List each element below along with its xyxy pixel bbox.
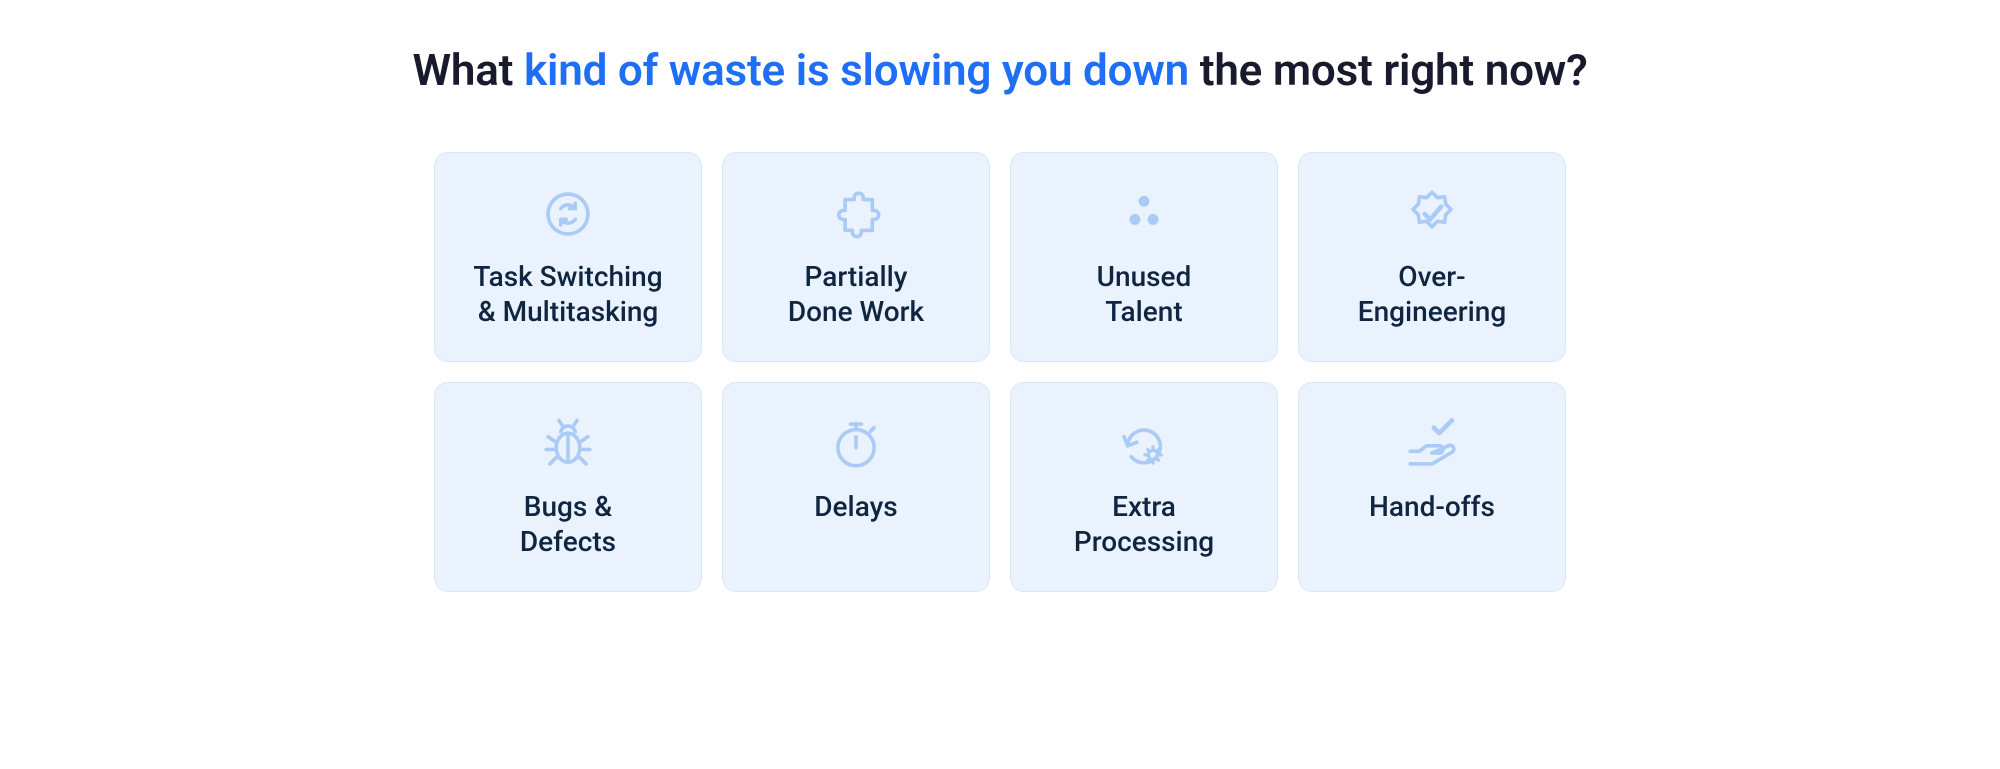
card-unused-talent[interactable]: Unused Talent [1010,152,1278,362]
card-bugs-defects[interactable]: Bugs & Defects [434,382,702,592]
card-task-switching[interactable]: Task Switching & Multitasking [434,152,702,362]
heading-prefix: What [412,44,524,96]
heading-suffix: the most right now? [1189,44,1588,96]
card-label: Hand-offs [1369,489,1495,524]
stopwatch-icon [827,409,885,479]
card-over-engineering[interactable]: Over- Engineering [1298,152,1566,362]
card-extra-processing[interactable]: Extra Processing [1010,382,1278,592]
card-label: Bugs & Defects [520,489,616,559]
card-label: Extra Processing [1074,489,1214,559]
badge-check-icon [1403,179,1461,249]
card-label: Over- Engineering [1358,259,1507,329]
card-hand-offs[interactable]: Hand-offs [1298,382,1566,592]
card-label: Task Switching & Multitasking [473,259,662,329]
dots-icon [1115,179,1173,249]
card-partially-done-work[interactable]: Partially Done Work [722,152,990,362]
puzzle-icon [827,179,885,249]
card-label: Unused Talent [1097,259,1192,329]
card-label: Partially Done Work [788,259,924,329]
card-delays[interactable]: Delays [722,382,990,592]
waste-card-grid: Task Switching & Multitasking Partially … [434,152,1566,592]
card-label: Delays [814,489,897,524]
refresh-circle-icon [539,179,597,249]
heading-highlight: kind of waste is slowing you down [524,44,1189,96]
bug-icon [539,409,597,479]
question-heading: What kind of waste is slowing you down t… [412,44,1587,96]
hand-check-icon [1403,409,1461,479]
history-gear-icon [1115,409,1173,479]
